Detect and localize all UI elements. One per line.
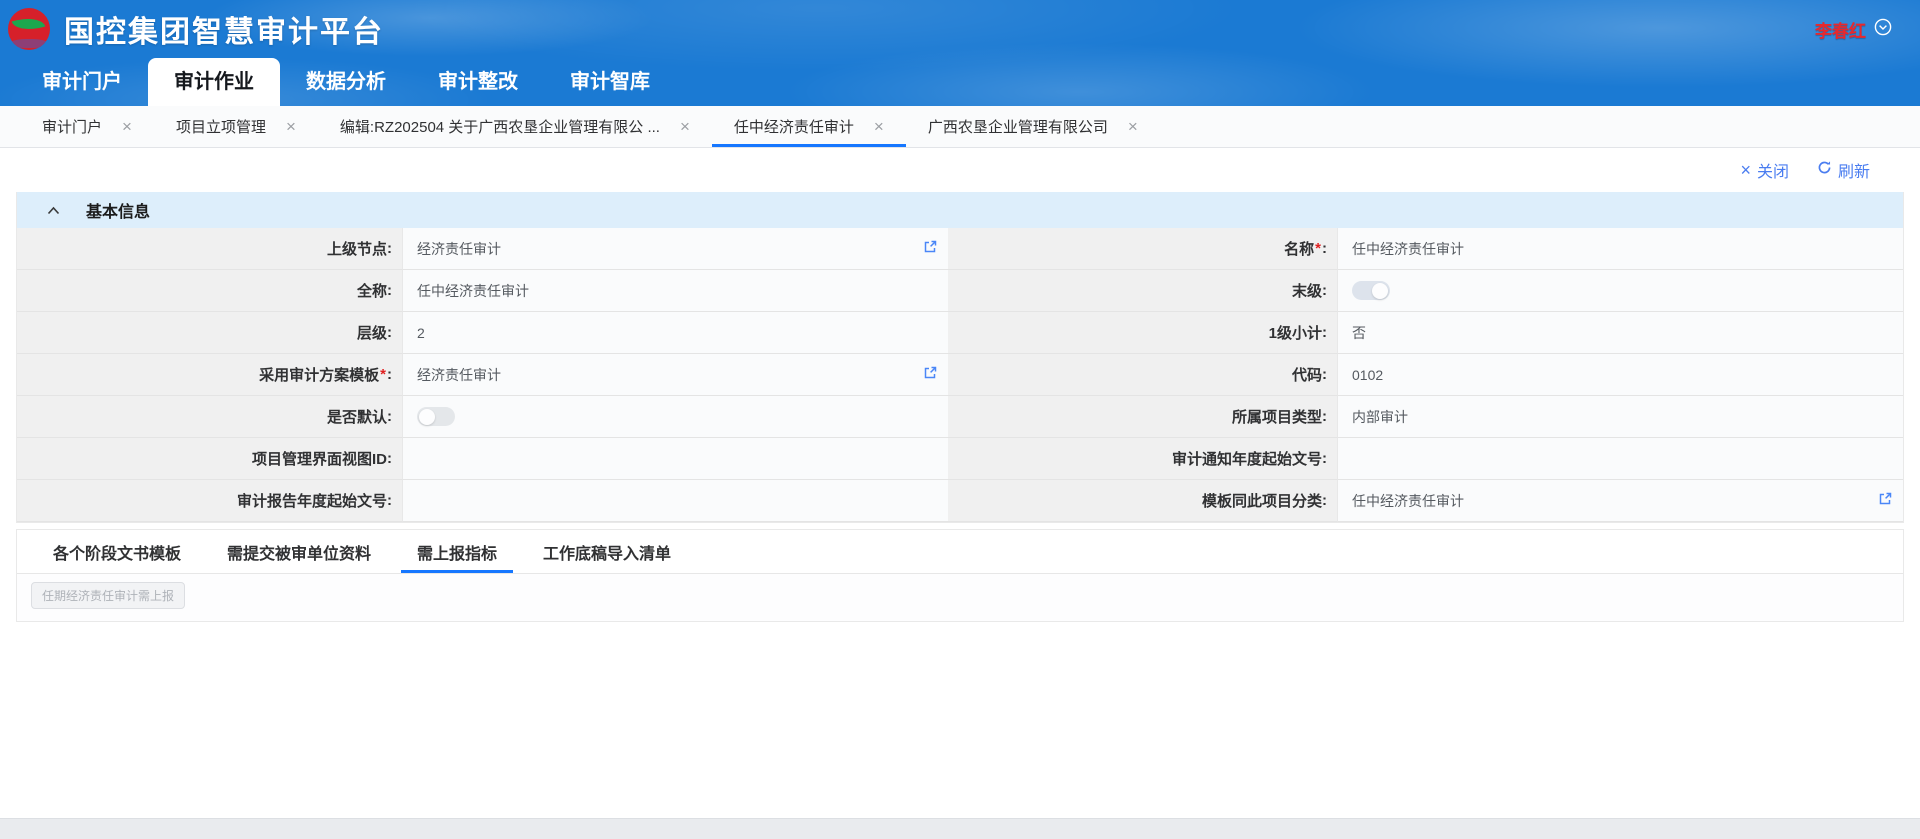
tab-content: 任期经济责任审计需上报 — [17, 574, 1903, 621]
basic-info-card: 基本信息 上级节点: 经济责任审计 名称*: 任中经济责任审计 全称: 任中经济… — [16, 192, 1904, 523]
is-default-toggle[interactable] — [417, 407, 455, 426]
close-icon: × — [1740, 161, 1751, 179]
label-audit-plan-template: 采用审计方案模板*: — [17, 354, 403, 396]
close-icon[interactable]: × — [122, 117, 132, 137]
field-name[interactable]: 任中经济责任审计 — [1338, 228, 1903, 270]
collapse-caret-icon[interactable] — [47, 206, 60, 215]
field-notice-doc-no[interactable] — [1338, 438, 1903, 480]
basic-info-form: 上级节点: 经济责任审计 名称*: 任中经济责任审计 全称: 任中经济责任审计 … — [17, 228, 1903, 522]
tab-project-initiation[interactable]: 项目立项管理 × — [154, 106, 318, 147]
refresh-icon — [1817, 160, 1832, 180]
tab-audit-portal[interactable]: 审计门户 × — [20, 106, 154, 147]
close-icon[interactable]: × — [680, 117, 690, 137]
section-title: 基本信息 — [86, 198, 150, 222]
label-leaf-level: 末级: — [948, 270, 1338, 312]
field-level[interactable]: 2 — [403, 312, 948, 354]
tab-working-paper-import-list[interactable]: 工作底稿导入清单 — [527, 530, 687, 573]
label-level1-subtotal: 1级小计: — [948, 312, 1338, 354]
chevron-down-circle-icon[interactable] — [1874, 18, 1892, 41]
field-project-type[interactable]: 内部审计 — [1338, 396, 1903, 438]
report-required-tag[interactable]: 任期经济责任审计需上报 — [31, 582, 185, 609]
page-actions: × 关闭 刷新 — [0, 148, 1920, 192]
label-full-name: 全称: — [17, 270, 403, 312]
label-name: 名称*: — [948, 228, 1338, 270]
nav-item-audit-knowledge[interactable]: 审计智库 — [544, 58, 676, 106]
basic-info-header[interactable]: 基本信息 — [17, 192, 1903, 228]
app-title: 国控集团智慧审计平台 — [64, 7, 384, 51]
leaf-level-toggle[interactable] — [1352, 281, 1390, 300]
label-pm-view-id: 项目管理界面视图ID: — [17, 438, 403, 480]
company-logo-icon — [8, 8, 50, 50]
field-full-name[interactable]: 任中经济责任审计 — [403, 270, 948, 312]
page-tabbar: 审计门户 × 项目立项管理 × 编辑:RZ202504 关于广西农垦企业管理有限… — [0, 106, 1920, 148]
label-level: 层级: — [17, 312, 403, 354]
detail-tabs: 各个阶段文书模板 需提交被审单位资料 需上报指标 工作底稿导入清单 — [17, 530, 1903, 574]
tab-guangxi-nongken[interactable]: 广西农垦企业管理有限公司 × — [906, 106, 1160, 147]
label-report-doc-no: 审计报告年度起始文号: — [17, 480, 403, 522]
main-nav: 审计门户 审计作业 数据分析 审计整改 审计智库 — [0, 58, 1920, 106]
page-background — [0, 622, 1920, 818]
field-audit-plan-template[interactable]: 经济责任审计 — [403, 354, 948, 396]
label-notice-doc-no: 审计通知年度起始文号: — [948, 438, 1338, 480]
field-report-doc-no[interactable] — [403, 480, 948, 522]
nav-item-audit-work[interactable]: 审计作业 — [148, 58, 280, 106]
label-template-category: 模板同此项目分类: — [948, 480, 1338, 522]
tab-indicators-to-report[interactable]: 需上报指标 — [401, 530, 513, 573]
detail-tabs-card: 各个阶段文书模板 需提交被审单位资料 需上报指标 工作底稿导入清单 任期经济责任… — [16, 529, 1904, 622]
footer-strip — [0, 818, 1920, 839]
field-template-category[interactable]: 任中经济责任审计 — [1338, 480, 1903, 522]
external-link-icon[interactable] — [923, 239, 938, 259]
tab-midterm-economic-audit[interactable]: 任中经济责任审计 × — [712, 106, 906, 147]
user-menu[interactable]: 李春红 — [1815, 17, 1892, 42]
tab-edit-rz202504[interactable]: 编辑:RZ202504 关于广西农垦企业管理有限公 ... × — [318, 106, 712, 147]
field-leaf-level[interactable] — [1338, 270, 1903, 312]
external-link-icon[interactable] — [1878, 491, 1893, 511]
label-code: 代码: — [948, 354, 1338, 396]
external-link-icon[interactable] — [923, 365, 938, 385]
label-project-type: 所属项目类型: — [948, 396, 1338, 438]
close-page-button[interactable]: × 关闭 — [1740, 158, 1789, 182]
nav-item-audit-portal[interactable]: 审计门户 — [16, 58, 148, 106]
tab-stage-document-templates[interactable]: 各个阶段文书模板 — [37, 530, 197, 573]
field-parent-node[interactable]: 经济责任审计 — [403, 228, 948, 270]
field-code[interactable]: 0102 — [1338, 354, 1903, 396]
field-is-default[interactable] — [403, 396, 948, 438]
field-pm-view-id[interactable] — [403, 438, 948, 480]
close-icon[interactable]: × — [874, 117, 884, 137]
nav-item-audit-rectify[interactable]: 审计整改 — [412, 58, 544, 106]
refresh-page-button[interactable]: 刷新 — [1817, 158, 1870, 182]
field-level1-subtotal[interactable]: 否 — [1338, 312, 1903, 354]
close-icon[interactable]: × — [1128, 117, 1138, 137]
label-parent-node: 上级节点: — [17, 228, 403, 270]
tab-required-auditee-materials[interactable]: 需提交被审单位资料 — [211, 530, 387, 573]
nav-item-data-analysis[interactable]: 数据分析 — [280, 58, 412, 106]
user-name[interactable]: 李春红 — [1815, 17, 1866, 42]
label-is-default: 是否默认: — [17, 396, 403, 438]
app-header: 国控集团智慧审计平台 李春红 审计门户 审计作业 数据分析 审计整改 审计智库 — [0, 0, 1920, 106]
close-icon[interactable]: × — [286, 117, 296, 137]
